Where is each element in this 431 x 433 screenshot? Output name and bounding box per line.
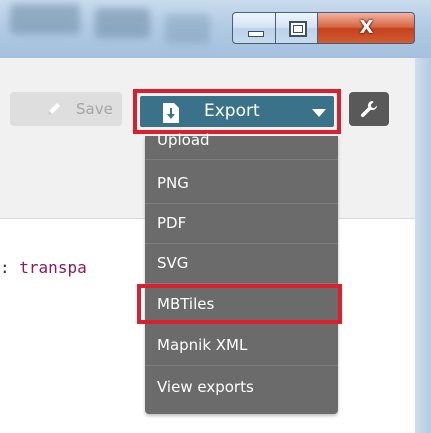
titlebar-blur xyxy=(10,4,80,34)
wrench-icon xyxy=(360,100,378,118)
caret-down-icon xyxy=(312,109,326,117)
export-button-body: Export xyxy=(140,96,334,127)
export-label: Export xyxy=(204,101,260,121)
export-button[interactable]: Export xyxy=(133,89,341,134)
menu-item-view-exports[interactable]: View exports xyxy=(145,368,338,408)
menu-item-mapnik-xml[interactable]: Mapnik XML xyxy=(145,326,338,366)
menu-item-svg[interactable]: SVG xyxy=(145,244,338,284)
window-frame-right xyxy=(415,58,431,433)
menu-item-png[interactable]: PNG xyxy=(145,164,338,204)
save-button[interactable]: Save xyxy=(10,92,122,126)
titlebar-blur xyxy=(95,8,150,38)
maximize-icon xyxy=(289,21,307,37)
maximize-button[interactable] xyxy=(276,12,318,44)
close-icon: X xyxy=(359,17,374,38)
titlebar-blur xyxy=(165,14,210,44)
code-value: transpa xyxy=(19,258,87,277)
menu-item-mbtiles[interactable]: MBTiles xyxy=(137,284,342,324)
minimize-icon xyxy=(248,31,264,37)
settings-button[interactable] xyxy=(349,92,389,126)
menu-item-pdf[interactable]: PDF xyxy=(145,204,338,244)
minimize-button[interactable] xyxy=(232,12,276,44)
pencil-icon xyxy=(48,103,60,115)
save-label: Save xyxy=(76,100,113,118)
download-icon xyxy=(163,103,179,123)
window-titlebar: X xyxy=(0,0,431,58)
export-menu: Upload PNG PDF SVG MBTiles Mapnik XML Vi… xyxy=(137,133,342,414)
menu-item-upload[interactable]: Upload xyxy=(145,133,338,160)
code-line: : transpa xyxy=(0,258,87,277)
close-button[interactable]: X xyxy=(318,12,415,44)
code-prefix: : xyxy=(0,258,10,277)
